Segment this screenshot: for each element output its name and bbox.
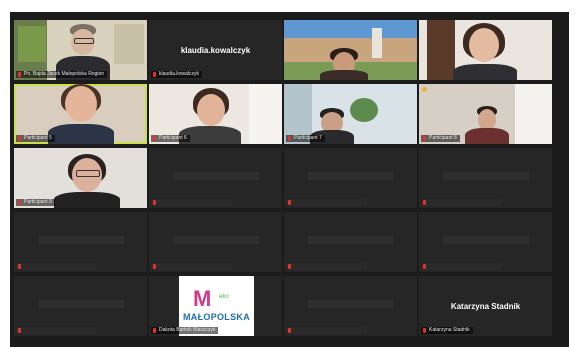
participant-name: klaudia.kowalczyk xyxy=(151,71,203,78)
mic-muted-icon xyxy=(288,264,291,269)
participant-name xyxy=(151,199,232,206)
participant-name xyxy=(286,199,367,206)
participant-tile[interactable] xyxy=(419,20,552,80)
mic-muted-icon xyxy=(423,328,426,333)
participant-name: Participant 9 xyxy=(16,199,55,206)
participant-grid: Pn. Bajda Jacek Małopolska Region klaudi… xyxy=(14,20,552,336)
participant-name xyxy=(421,199,502,206)
participant-tile-active-speaker[interactable]: Participant 5 xyxy=(14,84,147,144)
participant-face xyxy=(469,28,499,62)
plant-image xyxy=(350,98,378,122)
hand-raised-icon xyxy=(422,87,427,92)
participant-name xyxy=(421,263,502,270)
empty-participant-tile[interactable] xyxy=(284,148,417,208)
participant-name xyxy=(151,263,232,270)
participant-name: Katarzyna Stadnik xyxy=(421,327,473,334)
empty-participant-tile[interactable] xyxy=(149,212,282,272)
mic-muted-icon xyxy=(288,136,291,141)
participant-face xyxy=(65,86,97,122)
mic-muted-icon xyxy=(423,264,426,269)
participant-name: Participant 6 xyxy=(151,135,190,142)
participant-name: Pn. Bajda Jacek Małopolska Region xyxy=(16,71,108,78)
participant-name: Participant 5 xyxy=(16,135,55,142)
empty-participant-tile[interactable] xyxy=(149,148,282,208)
mic-muted-icon xyxy=(18,136,21,141)
mic-muted-icon xyxy=(153,72,156,77)
participant-tile[interactable]: Participant 9 xyxy=(14,148,147,208)
participant-name xyxy=(16,327,97,334)
empty-participant-tile[interactable] xyxy=(284,212,417,272)
participant-tile[interactable]: Participant 7 xyxy=(284,84,417,144)
mic-muted-icon xyxy=(153,136,156,141)
participant-name: Participant 7 xyxy=(286,135,325,142)
door-image xyxy=(427,20,455,80)
participant-tile[interactable]: Participant 6 xyxy=(149,84,282,144)
mic-muted-icon xyxy=(288,328,291,333)
empty-participant-tile[interactable] xyxy=(419,148,552,208)
mic-muted-icon xyxy=(423,136,426,141)
map-image xyxy=(114,24,144,64)
mic-muted-icon xyxy=(18,328,21,333)
empty-participant-tile[interactable] xyxy=(419,212,552,272)
mic-muted-icon xyxy=(153,328,156,333)
participant-name: Dakota Bartnik Błaszczyk xyxy=(151,327,219,334)
window-image xyxy=(515,84,552,144)
mic-muted-icon xyxy=(423,200,426,205)
poster-image xyxy=(18,26,46,62)
mic-muted-icon xyxy=(18,72,21,77)
participant-name: Participant 8 xyxy=(421,135,460,142)
participant-tile[interactable]: Participant 8 xyxy=(419,84,552,144)
tower-image xyxy=(372,28,382,58)
mic-muted-icon xyxy=(288,200,291,205)
empty-participant-tile[interactable] xyxy=(284,276,417,336)
participant-tile[interactable] xyxy=(284,20,417,80)
participant-face xyxy=(197,94,225,126)
participant-tile[interactable]: Pn. Bajda Jacek Małopolska Region xyxy=(14,20,147,80)
mic-muted-icon xyxy=(18,200,21,205)
empty-participant-tile[interactable] xyxy=(14,276,147,336)
mic-muted-icon xyxy=(153,264,156,269)
participant-tile[interactable]: Katarzyna Stadnik Katarzyna Stadnik xyxy=(419,276,552,336)
mic-muted-icon xyxy=(18,264,21,269)
participant-name xyxy=(286,327,367,334)
participant-name xyxy=(16,263,97,270)
mic-muted-icon xyxy=(153,200,156,205)
participant-tile[interactable]: M eko MAŁOPOLSKA Dakota Bartnik Błaszczy… xyxy=(149,276,282,336)
participant-name xyxy=(286,263,367,270)
empty-participant-tile[interactable] xyxy=(14,212,147,272)
participant-tile[interactable]: klaudia.kowalczyk klaudia.kowalczyk xyxy=(149,20,282,80)
